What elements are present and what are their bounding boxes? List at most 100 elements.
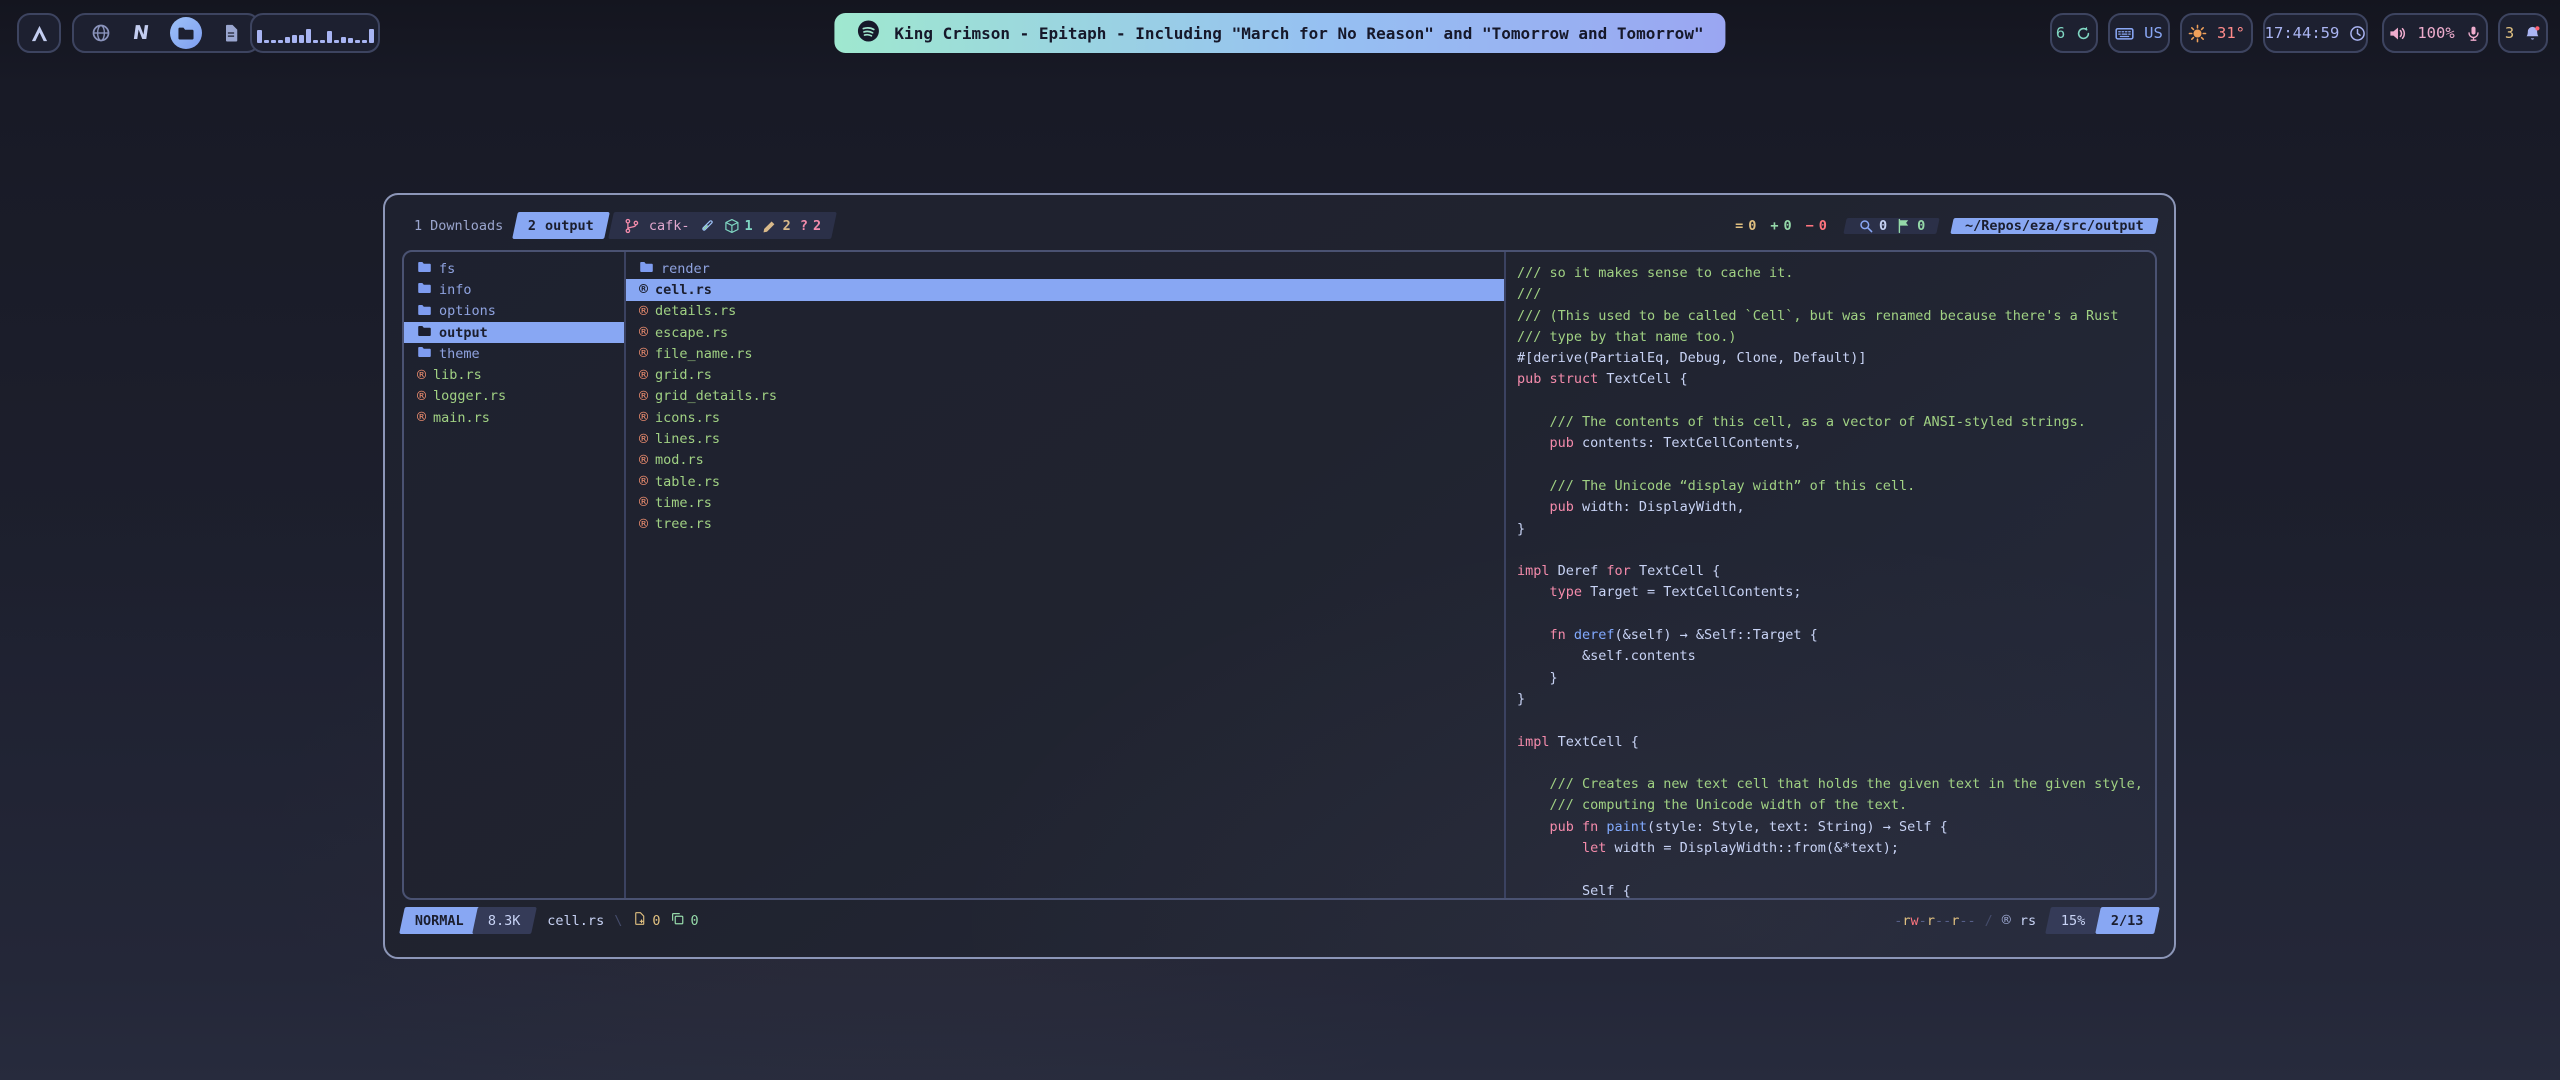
code-line: type Target = TextCellContents; bbox=[1517, 584, 2155, 605]
code-line: &self.contents bbox=[1517, 648, 2155, 669]
current-file-name: cell.rs bbox=[547, 913, 604, 929]
graph-bar bbox=[264, 40, 269, 43]
folder-icon bbox=[417, 259, 432, 278]
rust-file-icon: ® bbox=[639, 282, 648, 297]
status-bar: NORMAL 8.3K cell.rs \ 0 0 -rw-r--r-- / ®… bbox=[402, 907, 2157, 934]
file-row[interactable]: ®icons.rs bbox=[626, 407, 1504, 428]
now-playing-pill[interactable]: King Crimson - Epitaph - Including "Marc… bbox=[834, 13, 1725, 53]
file-row[interactable]: ® table.rs bbox=[626, 471, 1504, 492]
code-line bbox=[1517, 861, 2155, 882]
equal-icon: = bbox=[1735, 218, 1743, 234]
file-row[interactable]: ®escape.rs bbox=[626, 322, 1504, 343]
workspace-globe-icon[interactable] bbox=[90, 22, 112, 44]
workspace-switcher: N bbox=[72, 13, 260, 53]
copy-icon bbox=[670, 911, 685, 930]
file-name: escape.rs bbox=[655, 325, 728, 341]
code-preview: /// so it makes sense to cache it.//////… bbox=[1506, 258, 2155, 900]
rust-file-icon: ® bbox=[639, 346, 648, 361]
file-name: tree.rs bbox=[655, 516, 712, 532]
graph-bar bbox=[257, 30, 262, 43]
file-name: lib.rs bbox=[433, 367, 482, 383]
plus-icon: + bbox=[1770, 218, 1778, 234]
git-box-count: 1 bbox=[745, 218, 753, 234]
code-line: } bbox=[1517, 670, 2155, 691]
git-modified-count: 2 bbox=[783, 218, 791, 234]
rust-lang-icon: ® bbox=[2002, 913, 2011, 928]
file-name: main.rs bbox=[433, 410, 490, 426]
graph-bar bbox=[278, 40, 283, 43]
file-row[interactable]: ®time.rs bbox=[626, 492, 1504, 513]
file-row[interactable]: ®grid.rs bbox=[626, 364, 1504, 385]
file-name: cell.rs bbox=[655, 282, 712, 298]
cursor-position-segment: 2/13 bbox=[2096, 907, 2160, 934]
tab-downloads[interactable]: 1 Downloads bbox=[402, 212, 515, 239]
keyboard-layout-pill[interactable]: US bbox=[2108, 13, 2170, 53]
code-line: pub struct TextCell { bbox=[1517, 371, 2155, 392]
file-name: file_name.rs bbox=[655, 346, 753, 362]
weather-pill[interactable]: 31° bbox=[2180, 13, 2253, 53]
scroll-percent-segment: 15% bbox=[2045, 907, 2101, 934]
file-row[interactable]: info bbox=[404, 279, 624, 300]
folder-icon bbox=[639, 259, 654, 278]
search-icon bbox=[1858, 218, 1874, 234]
workspace-folder-icon[interactable] bbox=[170, 17, 202, 49]
file-row[interactable]: fs bbox=[404, 258, 624, 279]
graph-bar bbox=[362, 40, 367, 43]
file-row[interactable]: ®grid_details.rs bbox=[626, 386, 1504, 407]
file-task-icon bbox=[632, 911, 647, 930]
tab-output[interactable]: 2 output bbox=[512, 212, 610, 239]
workspace-document-icon[interactable] bbox=[220, 22, 242, 44]
file-name: icons.rs bbox=[655, 410, 720, 426]
refresh-icon bbox=[2075, 25, 2092, 42]
file-row[interactable]: render bbox=[626, 258, 1504, 279]
code-line bbox=[1517, 606, 2155, 627]
notifications-pill[interactable]: 3 bbox=[2498, 13, 2548, 53]
file-name: info bbox=[439, 282, 472, 298]
rust-file-icon: ® bbox=[639, 495, 648, 510]
system-graph-widget[interactable] bbox=[250, 13, 380, 53]
file-row[interactable]: ® tree.rs bbox=[626, 514, 1504, 535]
file-row[interactable]: ®main.rs bbox=[404, 407, 624, 428]
launcher-button[interactable] bbox=[17, 13, 61, 53]
workspace-n-letter-icon[interactable]: N bbox=[130, 22, 152, 44]
code-line: fn deref(&self) → &Self::Target { bbox=[1517, 627, 2155, 648]
current-path-segment[interactable]: ~/Repos/eza/src/output bbox=[1950, 218, 2158, 234]
selected-file-row[interactable]: ® cell.rs bbox=[626, 279, 1504, 300]
git-branch-icon bbox=[624, 218, 640, 234]
tab-index: 2 bbox=[528, 218, 536, 234]
file-row[interactable]: ® lines.rs bbox=[626, 428, 1504, 449]
volume-pill[interactable]: 100% bbox=[2382, 13, 2488, 53]
clock-pill[interactable]: 17:44:59 bbox=[2263, 13, 2368, 53]
file-row[interactable]: ®mod.rs bbox=[626, 450, 1504, 471]
file-row[interactable]: ® file_name.rs bbox=[626, 343, 1504, 364]
rust-file-icon: ® bbox=[639, 517, 648, 532]
graph-bar bbox=[327, 31, 332, 43]
file-row[interactable]: options bbox=[404, 301, 624, 322]
file-row[interactable]: theme bbox=[404, 343, 624, 364]
minus-icon: − bbox=[1806, 218, 1814, 234]
folder-icon bbox=[417, 323, 432, 342]
code-line: impl Deref for TextCell { bbox=[1517, 563, 2155, 584]
microphone-icon bbox=[2465, 25, 2482, 42]
file-name: options bbox=[439, 303, 496, 319]
file-row[interactable]: ®logger.rs bbox=[404, 386, 624, 407]
file-row[interactable]: ®lib.rs bbox=[404, 364, 624, 385]
code-line: /// The contents of this cell, as a vect… bbox=[1517, 414, 2155, 435]
rust-file-icon: ® bbox=[639, 474, 648, 489]
rust-file-icon: ® bbox=[639, 432, 648, 447]
file-name: lines.rs bbox=[655, 431, 720, 447]
pencil-icon bbox=[762, 218, 778, 234]
added-count: 0 bbox=[1783, 218, 1791, 234]
updates-count: 6 bbox=[2056, 24, 2065, 42]
file-name: table.rs bbox=[655, 474, 720, 490]
git-branch-name: cafk- bbox=[649, 218, 690, 234]
preview-pane[interactable]: /// so it makes sense to cache it.//////… bbox=[1506, 252, 2155, 898]
keyboard-icon bbox=[2115, 24, 2134, 43]
file-row[interactable]: ®details.rs bbox=[626, 301, 1504, 322]
code-line: } bbox=[1517, 691, 2155, 712]
search-count: 0 bbox=[1879, 218, 1887, 234]
code-line: /// computing the Unicode width of the t… bbox=[1517, 797, 2155, 818]
graph-bar bbox=[292, 35, 297, 43]
updates-pill[interactable]: 6 bbox=[2050, 13, 2098, 53]
selected-file-row[interactable]: output bbox=[404, 322, 624, 343]
